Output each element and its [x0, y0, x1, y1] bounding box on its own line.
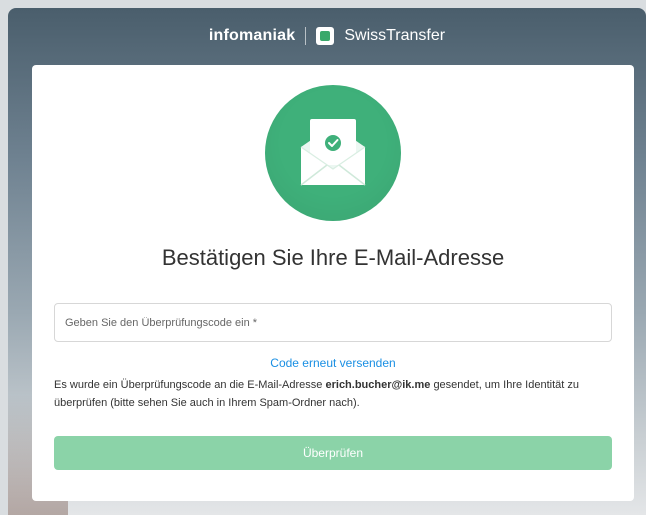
swisstransfer-logo-icon	[316, 26, 335, 45]
verification-code-field[interactable]	[54, 303, 612, 342]
app-window: infomaniak SwissTransfer Bestätigen Sie …	[8, 8, 646, 515]
verification-info-text: Es wurde ein Überprüfungscode an die E-M…	[54, 376, 614, 412]
verify-button[interactable]: Überprüfen	[54, 436, 612, 470]
recipient-email: erich.bucher@ik.me	[325, 379, 431, 391]
infomaniak-logo: infomaniak	[208, 26, 296, 44]
verify-email-card: Bestätigen Sie Ihre E-Mail-Adresse Code …	[32, 65, 634, 501]
verification-code-input[interactable]	[55, 304, 611, 341]
page-title: Bestätigen Sie Ihre E-Mail-Adresse	[161, 245, 505, 270]
brand-divider	[305, 26, 307, 45]
resend-code-link[interactable]: Code erneut versenden	[32, 356, 634, 370]
brand-header: infomaniak SwissTransfer	[8, 8, 646, 63]
info-prefix: Es wurde ein Überprüfungscode an die E-M…	[54, 379, 323, 391]
swisstransfer-logo-text: SwissTransfer	[344, 26, 446, 44]
envelope-check-icon	[265, 85, 401, 221]
